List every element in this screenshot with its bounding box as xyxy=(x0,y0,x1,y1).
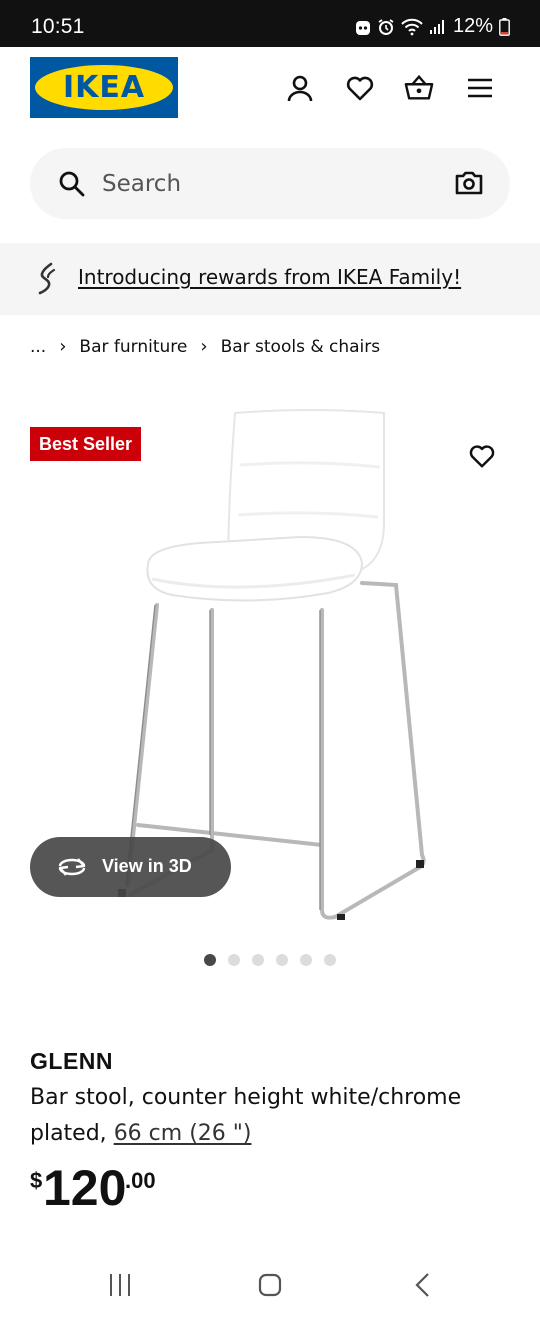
gallery-dot[interactable] xyxy=(300,954,312,966)
system-navigation-bar xyxy=(0,1250,540,1320)
gallery-dot[interactable] xyxy=(324,954,336,966)
status-bar: 10:51 12% xyxy=(0,0,540,47)
search-input[interactable] xyxy=(100,148,440,219)
camera-icon[interactable] xyxy=(454,168,484,198)
wifi-icon xyxy=(401,18,423,35)
rotate-3d-icon xyxy=(58,858,86,876)
promo-link[interactable]: Introducing rewards from IKEA Family! xyxy=(78,265,461,289)
logo-text: IKEA xyxy=(62,70,146,105)
back-icon[interactable] xyxy=(410,1272,436,1298)
breadcrumb-item-bar-furniture[interactable]: Bar furniture xyxy=(79,337,187,357)
price-integer: 120 xyxy=(43,1160,127,1216)
product-description: Bar stool, counter height white/chrome p… xyxy=(30,1080,500,1152)
gallery-dot[interactable] xyxy=(204,954,216,966)
home-icon[interactable] xyxy=(257,1272,283,1298)
chevron-right-icon: › xyxy=(59,336,67,357)
price-currency: $ xyxy=(30,1168,43,1193)
app-header: IKEA ® xyxy=(0,47,540,137)
profile-icon[interactable] xyxy=(285,73,315,103)
add-to-favorites-icon[interactable] xyxy=(468,442,496,470)
product-size-link[interactable]: 66 cm (26 ") xyxy=(114,1121,252,1146)
best-seller-badge: Best Seller xyxy=(30,427,142,461)
gallery-dot[interactable] xyxy=(228,954,240,966)
gallery-pagination xyxy=(204,954,336,966)
search-icon xyxy=(59,171,85,197)
view-in-3d-label: View in 3D xyxy=(102,856,192,876)
battery-icon xyxy=(499,17,510,36)
recent-apps-icon[interactable] xyxy=(107,1272,133,1298)
signal-icon xyxy=(429,19,444,34)
status-time: 10:51 xyxy=(31,15,85,38)
heart-icon[interactable] xyxy=(345,73,375,103)
status-icons: 12% xyxy=(355,15,510,38)
breadcrumb-item-bar-stools[interactable]: Bar stools & chairs xyxy=(221,337,381,357)
shopping-bag-icon[interactable] xyxy=(404,73,434,103)
app-notification-icon xyxy=(355,20,370,35)
view-in-3d-button[interactable]: View in 3D xyxy=(30,837,231,897)
product-gallery[interactable]: Best Seller View in 3D xyxy=(0,380,540,980)
price-decimal: .00 xyxy=(125,1168,156,1193)
battery-percentage: 12% xyxy=(452,15,493,37)
family-rewards-icon xyxy=(38,262,56,295)
breadcrumb: ... › Bar furniture › Bar stools & chair… xyxy=(30,336,380,357)
breadcrumb-ellipsis[interactable]: ... xyxy=(30,337,46,357)
alarm-icon xyxy=(378,18,394,35)
registered-mark: ® xyxy=(163,70,168,76)
promo-banner[interactable]: Introducing rewards from IKEA Family! xyxy=(0,243,540,315)
chevron-right-icon: › xyxy=(200,336,208,357)
ikea-logo[interactable]: IKEA ® xyxy=(30,57,178,118)
product-name: GLENN xyxy=(30,1048,113,1074)
menu-icon[interactable] xyxy=(465,73,495,103)
gallery-dot[interactable] xyxy=(276,954,288,966)
gallery-dot[interactable] xyxy=(252,954,264,966)
search-bar[interactable] xyxy=(30,148,510,219)
